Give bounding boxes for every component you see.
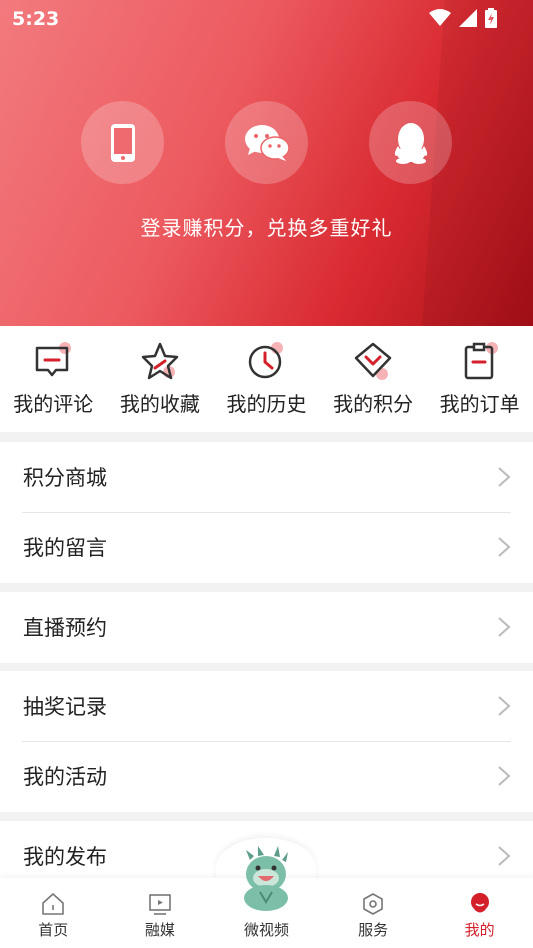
comment-icon — [36, 342, 72, 377]
wifi-icon — [429, 9, 451, 26]
quick-label: 我的收藏 — [119, 392, 200, 416]
menu-row-my-messages[interactable]: 我的留言 — [0, 512, 533, 582]
order-icon — [464, 342, 498, 380]
chevron-right-icon — [498, 617, 511, 637]
nav-label: 融媒 — [144, 921, 175, 939]
quick-label: 我的评论 — [13, 392, 94, 416]
menu-group-3: 抽奖记录 我的活动 — [0, 671, 533, 812]
profile-page: 5:23 登录赚积分，兑换多重好礼 我的评论 我的收藏 我的历史 我的积分 我的… — [0, 0, 533, 948]
chevron-right-icon — [498, 846, 511, 866]
quick-label: 我的积分 — [333, 392, 414, 416]
menu-label: 积分商城 — [23, 466, 107, 490]
chevron-right-icon — [498, 467, 511, 487]
quick-item-orders[interactable]: 我的订单 — [426, 326, 533, 432]
quick-item-points[interactable]: 我的积分 — [320, 326, 427, 432]
nav-item-home[interactable]: 首页 — [0, 878, 107, 948]
nav-label: 首页 — [38, 921, 69, 939]
menu-label: 我的发布 — [23, 845, 107, 869]
quick-actions: 我的评论 我的收藏 我的历史 我的积分 我的订单 — [0, 326, 533, 432]
nav-item-profile[interactable]: 我的 — [426, 878, 533, 948]
mascot-icon[interactable] — [238, 846, 294, 912]
profile-icon — [470, 893, 489, 913]
signal-icon — [459, 9, 477, 27]
clock-icon — [249, 342, 284, 379]
quick-item-favorites[interactable]: 我的收藏 — [107, 326, 214, 432]
nav-item-service[interactable]: 服务 — [320, 878, 427, 948]
menu-label: 我的留言 — [23, 536, 107, 560]
status-icons — [429, 8, 497, 28]
nav-label: 服务 — [358, 921, 389, 939]
battery-icon — [485, 8, 497, 28]
media-icon — [149, 894, 171, 915]
menu-row-points-mall[interactable]: 积分商城 — [0, 442, 533, 512]
wechat-icon — [244, 124, 290, 161]
nav-label: 微视频 — [243, 921, 289, 939]
menu-label: 直播预约 — [23, 616, 107, 640]
phone-icon — [110, 123, 135, 162]
menu-row-live-booking[interactable]: 直播预约 — [0, 592, 533, 662]
menu-group-2: 直播预约 — [0, 592, 533, 663]
quick-item-history[interactable]: 我的历史 — [213, 326, 320, 432]
phone-login-button[interactable] — [81, 101, 164, 184]
home-icon — [42, 893, 65, 915]
quick-label: 我的订单 — [439, 392, 520, 416]
menu-label: 我的活动 — [23, 765, 107, 789]
login-hint[interactable]: 登录赚积分，兑换多重好礼 — [0, 212, 533, 241]
menu-row-my-activities[interactable]: 我的活动 — [0, 741, 533, 811]
login-header: 5:23 登录赚积分，兑换多重好礼 — [0, 0, 533, 326]
menu-row-lottery-records[interactable]: 抽奖记录 — [0, 671, 533, 741]
menu-group-1: 积分商城 我的留言 — [0, 442, 533, 583]
nav-item-media[interactable]: 融媒 — [107, 878, 214, 948]
chevron-right-icon — [498, 537, 511, 557]
qq-icon — [394, 122, 427, 164]
qq-login-button[interactable] — [369, 101, 452, 184]
wechat-login-button[interactable] — [225, 101, 308, 184]
login-methods — [81, 101, 452, 184]
points-icon — [354, 342, 392, 380]
nav-label: 我的 — [464, 921, 495, 939]
quick-item-comments[interactable]: 我的评论 — [0, 326, 107, 432]
chevron-right-icon — [498, 696, 511, 716]
menu-label: 抽奖记录 — [23, 695, 107, 719]
quick-label: 我的历史 — [226, 392, 307, 416]
star-icon — [141, 342, 179, 380]
status-time: 5:23 — [12, 8, 60, 30]
service-icon — [363, 893, 383, 915]
chevron-right-icon — [498, 766, 511, 786]
